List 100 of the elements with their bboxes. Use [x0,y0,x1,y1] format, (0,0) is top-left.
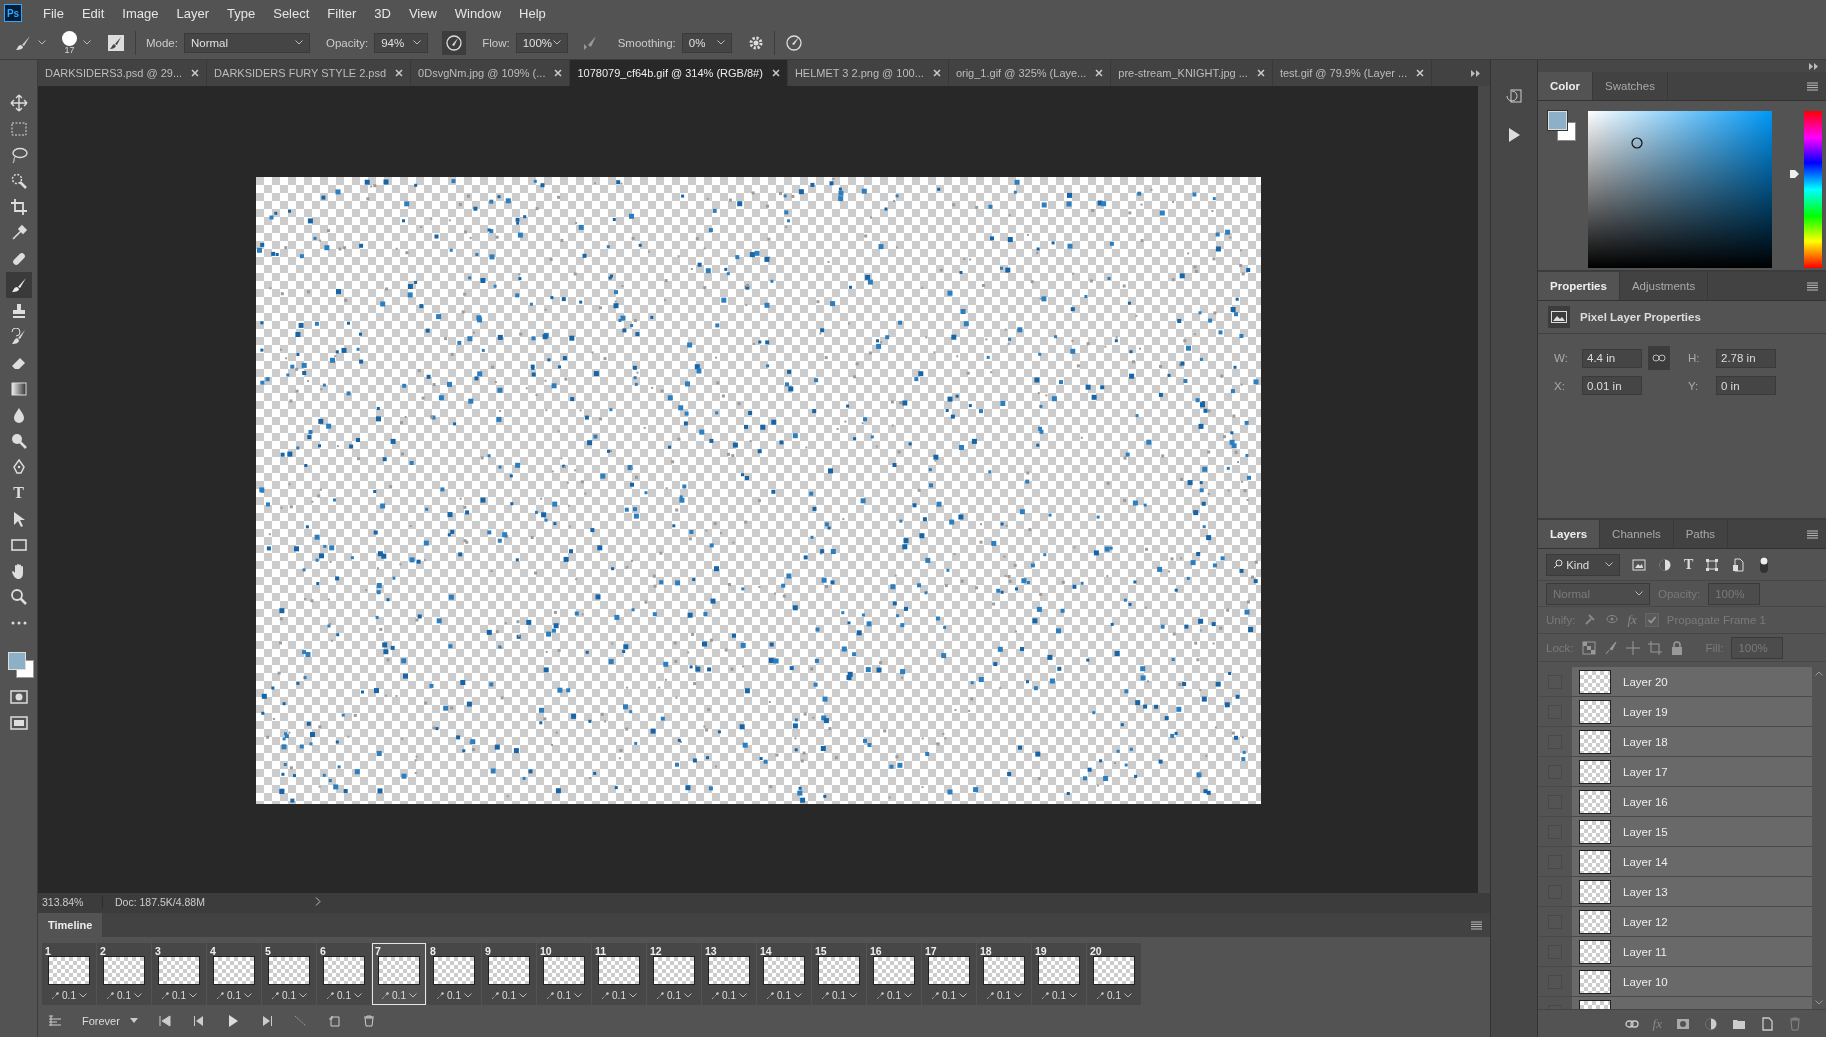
zoom-level[interactable]: 313.84% [38,895,103,908]
scroll-up-icon[interactable] [1815,671,1823,676]
animation-frame[interactable]: 13 0.1 [702,943,756,1005]
delete-icon[interactable] [361,1014,376,1027]
close-icon[interactable] [1095,69,1104,77]
lock-transparency-icon[interactable] [1581,640,1596,655]
panel-tab[interactable]: Layers [1538,520,1601,548]
frame-delay[interactable]: 0.1 [392,990,406,1001]
color-field[interactable] [1587,111,1773,268]
close-icon[interactable] [1416,69,1425,77]
smart-object-filter-icon[interactable] [1731,557,1746,572]
frame-delay[interactable]: 0.1 [282,990,296,1001]
menu-item[interactable]: Filter [318,5,366,21]
flow-field[interactable]: 100% [515,32,568,53]
animation-frame[interactable]: 1 0.1 [42,943,96,1005]
animation-frame[interactable]: 9 0.1 [482,943,536,1005]
frame-disposal-icon[interactable] [436,991,445,1000]
animation-frame[interactable]: 17 0.1 [922,943,976,1005]
menu-item[interactable]: View [399,5,446,21]
move-icon[interactable] [9,94,28,112]
panel-tab[interactable]: Adjustments [1619,272,1709,300]
frame-disposal-icon[interactable] [326,991,335,1000]
zoom-icon[interactable] [9,588,28,606]
animation-frame[interactable]: 4 0.1 [207,943,261,1005]
frame-delay[interactable]: 0.1 [227,990,241,1001]
frame-disposal-icon[interactable] [931,991,940,1000]
close-icon[interactable] [191,69,200,77]
x-field[interactable]: 0.01 in [1582,376,1642,395]
loop-dropdown[interactable]: Forever [82,1014,138,1027]
panel-menu-icon[interactable] [1807,529,1818,539]
animation-frame[interactable]: 8 0.1 [427,943,481,1005]
menu-item[interactable]: Window [445,5,511,21]
menu-item[interactable]: Edit [72,5,114,21]
layer-row[interactable]: Layer 14 [1572,847,1812,876]
frame-disposal-icon[interactable] [876,991,885,1000]
frame-disposal-icon[interactable] [51,991,60,1000]
close-icon[interactable] [1256,69,1265,77]
scroll-down-icon[interactable] [1815,1000,1823,1005]
overflow-icon[interactable] [1471,69,1480,77]
frame-disposal-icon[interactable] [1096,991,1105,1000]
close-icon[interactable] [554,69,563,77]
gradient-icon[interactable] [9,380,28,398]
timeline-tab[interactable]: Timeline [38,913,103,937]
layer-row[interactable]: Layer 15 [1572,817,1812,846]
panel-tab[interactable]: Properties [1538,272,1620,300]
layer-row[interactable]: Layer 12 [1572,907,1812,936]
animation-frame[interactable]: 3 0.1 [152,943,206,1005]
layer-row[interactable]: Layer 19 [1572,697,1812,726]
animation-frame[interactable]: 16 0.1 [867,943,921,1005]
frame-disposal-icon[interactable] [711,991,720,1000]
previous-frame-icon[interactable] [191,1014,206,1027]
adjustment-layer-icon[interactable] [1704,1016,1718,1031]
frame-disposal-icon[interactable] [986,991,995,1000]
frame-delay[interactable]: 0.1 [337,990,351,1001]
frame-delay[interactable]: 0.1 [997,990,1011,1001]
frame-delay[interactable]: 0.1 [667,990,681,1001]
animation-frame[interactable]: 5 0.1 [262,943,316,1005]
frame-delay[interactable]: 0.1 [172,990,186,1001]
animation-frame[interactable]: 2 0.1 [97,943,151,1005]
animation-frame[interactable]: 18 0.1 [977,943,1031,1005]
text-tool[interactable]: T [13,484,24,502]
animation-frame[interactable]: 7 0.1 [372,943,426,1005]
quick-mask-icon[interactable] [9,689,28,705]
first-frame-icon[interactable] [157,1014,172,1027]
shape-filter-icon[interactable] [1705,557,1720,572]
layer-row[interactable]: Layer 20 [1572,667,1812,696]
menu-item[interactable]: Type [218,5,265,21]
menu-item[interactable]: 3D [365,5,400,21]
frame-delay[interactable]: 0.1 [117,990,131,1001]
document-tab[interactable]: 1078079_cf64b.gif @ 314% (RGB/8#) [570,60,788,86]
settings-icon[interactable] [747,34,764,51]
new-layer-icon[interactable] [1760,1016,1774,1031]
frame-delay[interactable]: 0.1 [447,990,461,1001]
picker-ring-icon[interactable] [1630,137,1643,149]
animation-frame[interactable]: 14 0.1 [757,943,811,1005]
pressure-opacity-button[interactable] [442,30,467,55]
panel-tab[interactable]: Color [1538,72,1594,100]
animation-frame[interactable]: 11 0.1 [592,943,646,1005]
timeline-options-icon[interactable] [48,1014,62,1027]
duplicate-frame-icon[interactable] [327,1014,342,1027]
frame-disposal-icon[interactable] [271,991,280,1000]
animation-frame[interactable]: 6 0.1 [317,943,371,1005]
frame-delay[interactable]: 0.1 [557,990,571,1001]
animation-frame[interactable]: 15 0.1 [812,943,866,1005]
frame-disposal-icon[interactable] [821,991,830,1000]
collapse-panels-icon[interactable] [1809,62,1818,70]
symmetry-icon[interactable] [784,33,803,52]
panel-menu-icon[interactable] [1807,81,1818,91]
frame-disposal-icon[interactable] [1041,991,1050,1000]
mode-dropdown[interactable]: Normal [183,32,310,53]
frame-delay[interactable]: 0.1 [832,990,846,1001]
animation-frame[interactable]: 19 0.1 [1032,943,1086,1005]
type-filter[interactable]: T [1684,556,1694,573]
dodge-icon[interactable] [9,432,28,450]
image-filter-icon[interactable] [1632,557,1646,572]
layer-row[interactable]: Layer 18 [1572,727,1812,756]
frame-delay[interactable]: 0.1 [1052,990,1066,1001]
chevron-icon[interactable] [315,897,321,906]
frame-delay[interactable]: 0.1 [612,990,626,1001]
frame-disposal-icon[interactable] [216,991,225,1000]
